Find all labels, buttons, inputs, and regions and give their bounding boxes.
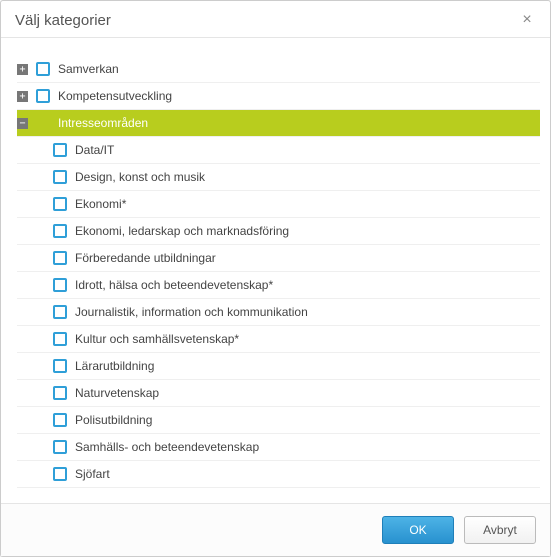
checkbox[interactable] — [53, 143, 67, 157]
tree-item-label: Ekonomi* — [75, 197, 126, 211]
tree-row[interactable]: Polisutbildning — [17, 407, 540, 434]
category-tree: + Samverkan + Kompetensutveckling − Intresseo… — [17, 56, 540, 488]
tree-row[interactable]: Ekonomi* — [17, 191, 540, 218]
tree-row[interactable]: Naturvetenskap — [17, 380, 540, 407]
checkbox[interactable] — [53, 278, 67, 292]
tree-item-label: Polisutbildning — [75, 413, 152, 427]
tree-row[interactable]: Ekonomi, ledarskap och marknadsföring — [17, 218, 540, 245]
tree-item-label: Naturvetenskap — [75, 386, 159, 400]
expand-icon[interactable]: + — [17, 91, 28, 102]
tree-item-label: Data/IT — [75, 143, 114, 157]
close-button[interactable]: × — [518, 11, 536, 29]
checkbox[interactable] — [53, 467, 67, 481]
tree-row[interactable]: Journalistik, information och kommunikat… — [17, 299, 540, 326]
tree-item-label: Samverkan — [58, 62, 119, 76]
tree-item-label: Sjöfart — [75, 467, 110, 481]
checkbox-spacer — [36, 116, 50, 130]
tree-item-label: Lärarutbildning — [75, 359, 154, 373]
tree-row[interactable]: Sjöfart — [17, 461, 540, 488]
expand-icon[interactable]: + — [17, 64, 28, 75]
checkbox[interactable] — [36, 89, 50, 103]
tree-row[interactable]: Samhälls- och beteendevetenskap — [17, 434, 540, 461]
tree-item-label: Design, konst och musik — [75, 170, 205, 184]
tree-row[interactable]: Lärarutbildning — [17, 353, 540, 380]
checkbox[interactable] — [53, 224, 67, 238]
checkbox[interactable] — [53, 440, 67, 454]
tree-row[interactable]: Förberedande utbildningar — [17, 245, 540, 272]
dialog-footer: OK Avbryt — [1, 503, 550, 556]
tree-item-label: Samhälls- och beteendevetenskap — [75, 440, 259, 454]
tree-item-label: Ekonomi, ledarskap och marknadsföring — [75, 224, 289, 238]
tree-row[interactable]: Idrott, hälsa och beteendevetenskap* — [17, 272, 540, 299]
tree-item-label: Intresseområden — [58, 116, 148, 130]
tree-item-label: Kompetensutveckling — [58, 89, 172, 103]
tree-item-label: Förberedande utbildningar — [75, 251, 216, 265]
checkbox[interactable] — [53, 170, 67, 184]
tree-row[interactable]: + Samverkan — [17, 56, 540, 83]
checkbox[interactable] — [53, 197, 67, 211]
checkbox[interactable] — [53, 386, 67, 400]
close-icon: × — [522, 12, 531, 28]
category-dialog: Välj kategorier × + Samverkan + Kompetensut… — [0, 0, 551, 557]
tree-row[interactable]: Kultur och samhällsvetenskap* — [17, 326, 540, 353]
dialog-title: Välj kategorier — [15, 12, 111, 29]
tree-row[interactable]: + Kompetensutveckling — [17, 83, 540, 110]
checkbox[interactable] — [36, 62, 50, 76]
tree-row[interactable]: Data/IT — [17, 137, 540, 164]
checkbox[interactable] — [53, 359, 67, 373]
tree-item-label: Idrott, hälsa och beteendevetenskap* — [75, 278, 273, 292]
collapse-icon[interactable]: − — [17, 118, 28, 129]
tree-item-label: Kultur och samhällsvetenskap* — [75, 332, 239, 346]
tree-row[interactable]: − Intresseområden — [17, 110, 540, 137]
dialog-header: Välj kategorier × — [1, 1, 550, 38]
checkbox[interactable] — [53, 305, 67, 319]
tree-row[interactable]: Design, konst och musik — [17, 164, 540, 191]
ok-button[interactable]: OK — [382, 516, 454, 544]
dialog-body[interactable]: + Samverkan + Kompetensutveckling − Intresseo… — [1, 38, 550, 503]
checkbox[interactable] — [53, 251, 67, 265]
tree-item-label: Journalistik, information och kommunikat… — [75, 305, 308, 319]
checkbox[interactable] — [53, 332, 67, 346]
checkbox[interactable] — [53, 413, 67, 427]
cancel-button[interactable]: Avbryt — [464, 516, 536, 544]
